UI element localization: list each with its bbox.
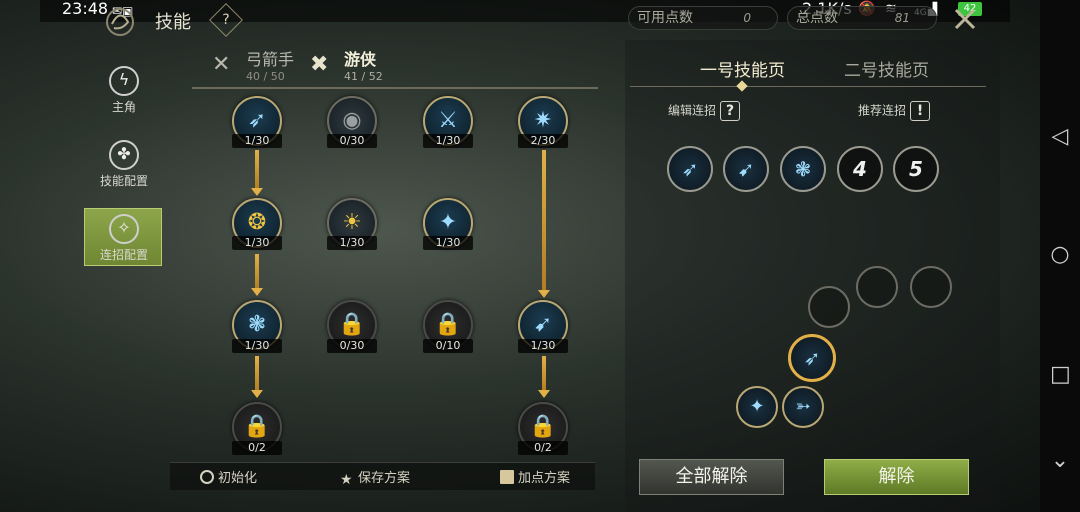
sidebar-item-skill-config[interactable]: ✤ 技能配置 [86,140,162,189]
skill-link [255,150,259,190]
combo-slot-empty[interactable]: 5 [893,146,939,192]
skill-link [255,254,259,290]
archer-shot-icon: ➶ [681,157,699,181]
refresh-icon [200,470,214,484]
close-icon[interactable] [950,4,980,34]
sidebar-item-label: 连招配置 [99,248,148,262]
question-icon[interactable]: ? [720,101,741,121]
recommend-combo-label: 推荐连招 [858,103,907,118]
skill-level: 0/10 [423,339,473,353]
combo-wheel-slot[interactable] [910,266,952,308]
skill-link [542,150,546,292]
total-points-label: 总点数 [796,10,838,26]
skill-link-arrow [251,390,263,398]
dash-icon: ➹ [737,157,755,181]
class-tab-underline [192,87,598,89]
skill-link-arrow [538,390,550,398]
bow-icon: ✖ [310,52,329,77]
combo-icon: ✧ [109,214,139,244]
skill-link [542,356,546,392]
class-name: 游侠 [344,50,377,69]
total-points-value: 81 [894,11,910,25]
edit-combo[interactable]: 编辑连招? [668,101,741,121]
skill-link-arrow [538,290,550,298]
skill-level: 2/30 [518,134,568,148]
kick-icon: ✦ [749,396,765,417]
exclamation-icon[interactable]: ! [910,101,931,121]
total-points: 总点数 81 [787,6,937,30]
sidebar-item-label: 主角 [111,100,136,114]
skill-level: 1/30 [232,236,282,250]
available-points-label: 可用点数 [637,10,693,26]
skill-level: 1/30 [232,339,282,353]
android-nav-bar: ◁ ○ □ ⌄ [1040,0,1080,512]
book-icon [500,470,514,484]
combo-wheel-slot[interactable]: ➳ [782,386,824,428]
recommend-combo[interactable]: 推荐连招! [858,101,931,121]
combo-wheel-active-slot[interactable]: ➶ [788,334,836,382]
save-plan-button[interactable]: ★ 保存方案 [340,467,410,487]
crossbow-icon: ✕ [212,52,231,77]
sidebar-item-combo-config[interactable]: ✧ 连招配置 [86,214,162,263]
combo-slot-archer-shot[interactable]: ➶ [667,146,713,192]
sidebar-item-hero[interactable]: ϟ 主角 [86,66,162,115]
home-icon[interactable]: ○ [1050,242,1070,267]
tab-page-two[interactable]: 二号技能页 [844,56,929,81]
class-points: 41 / 52 [344,70,383,83]
recents-icon[interactable]: □ [1050,362,1071,387]
skill-link-arrow [251,288,263,296]
reset-button[interactable]: 初始化 [200,467,257,486]
archer-shot-icon: ➶ [803,346,821,370]
tab-page-one[interactable]: 一号技能页 [700,56,785,81]
skill-link [255,356,259,392]
skill-level: 1/30 [327,236,377,250]
combo-slot-whirlwind[interactable]: ❃ [780,146,826,192]
points-plan-label: 加点方案 [518,471,571,486]
skill-level: 0/2 [232,441,282,455]
page-tab-underline [630,86,986,87]
whirlwind-icon: ❃ [794,157,812,181]
skill-level: 0/30 [327,134,377,148]
reset-label: 初始化 [218,471,258,486]
available-points: 可用点数 0 [628,6,778,30]
skill-level: 1/30 [423,134,473,148]
triskelion-icon: ✤ [109,140,139,170]
help-label: ? [222,12,230,28]
skill-level: 1/30 [232,134,282,148]
combo-slot-dash[interactable]: ➹ [723,146,769,192]
combo-slot-empty[interactable]: 4 [837,146,883,192]
available-points-value: 0 [743,11,751,25]
back-icon[interactable]: ◁ [1050,124,1070,149]
star-icon: ★ [340,472,353,488]
bow-icon: ➳ [795,396,811,417]
combo-wheel-slot[interactable] [808,286,850,328]
save-plan-label: 保存方案 [358,471,411,486]
skill-level: 0/2 [518,441,568,455]
remove-button[interactable]: 解除 [824,459,969,495]
clear-all-button[interactable]: 全部解除 [639,459,784,495]
combo-wheel-slot[interactable] [856,266,898,308]
combo-wheel-slot[interactable]: ✦ [736,386,778,428]
skill-level: 1/30 [518,339,568,353]
lightning-icon: ϟ [109,66,139,96]
edit-combo-label: 编辑连招 [668,103,717,118]
skill-toolbar: 初始化 ★ 保存方案 加点方案 [170,462,595,490]
skill-link-arrow [251,188,263,196]
page-title: 技能 [155,12,191,33]
skill-level: 0/30 [327,339,377,353]
sidebar-item-label: 技能配置 [99,174,148,188]
points-plan-button[interactable]: 加点方案 [500,467,570,486]
dragon-logo-icon [106,8,134,36]
skill-level: 1/30 [423,236,473,250]
chevron-down-icon[interactable]: ⌄ [1050,448,1070,473]
